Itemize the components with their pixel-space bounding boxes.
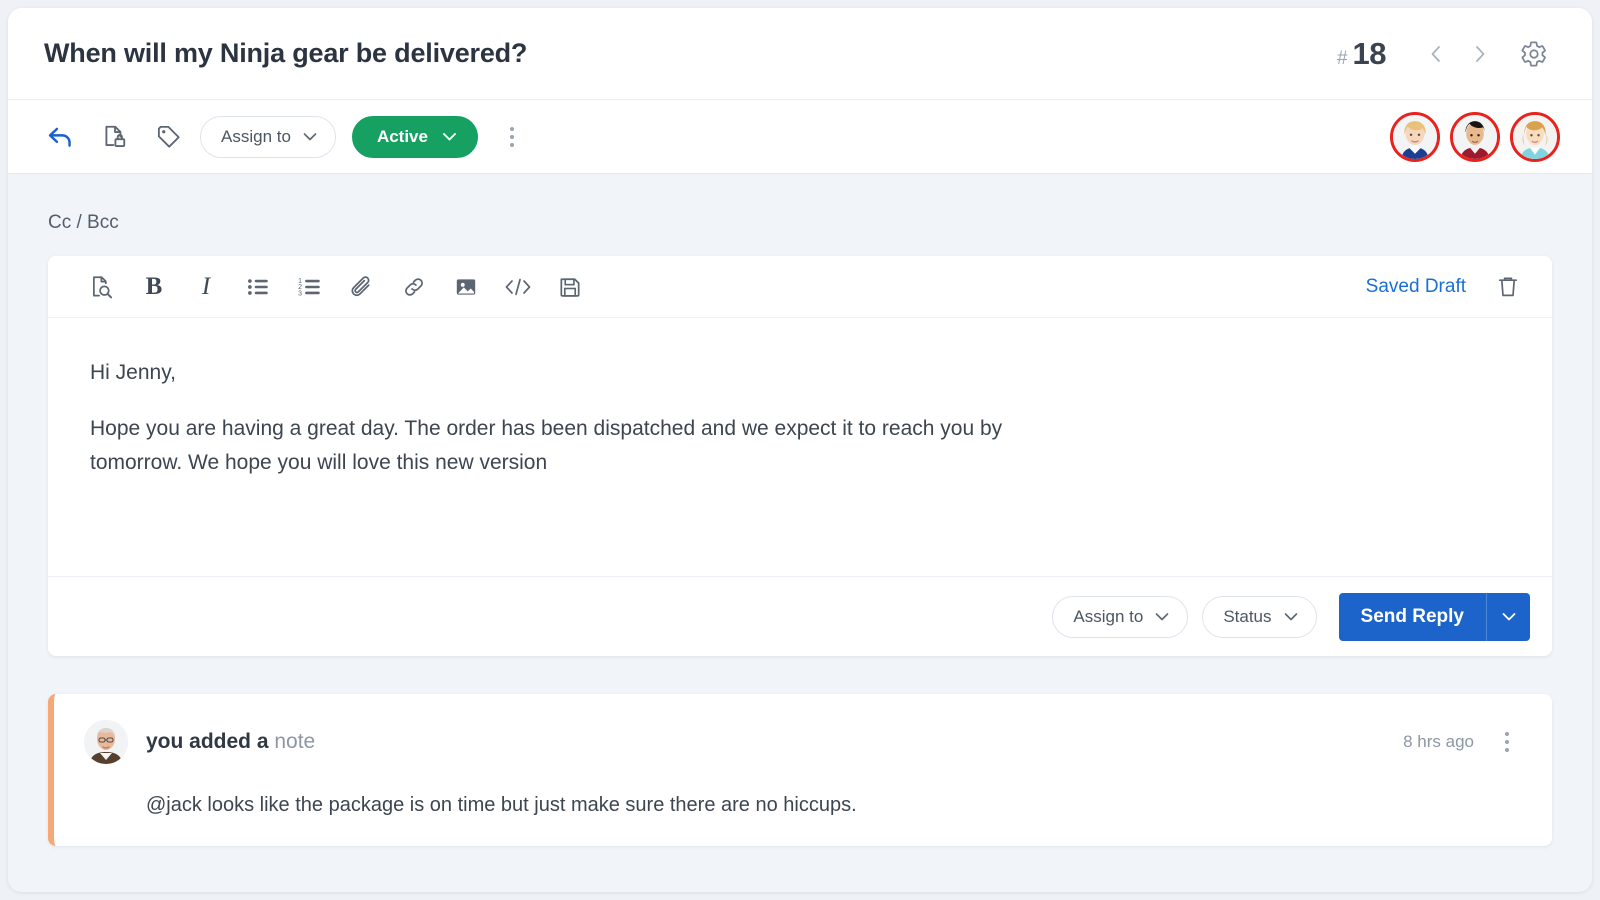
note-header: you added a note 8 hrs ago — [54, 720, 1526, 764]
watchers-list — [1390, 112, 1560, 162]
svg-text:3: 3 — [298, 290, 302, 297]
private-note-button[interactable] — [92, 114, 138, 160]
reply-editor[interactable]: Hi Jenny, Hope you are having a great da… — [48, 318, 1552, 576]
message-line: Hi Jenny, — [90, 356, 1512, 390]
action-bar: Assign to Active — [8, 100, 1592, 174]
bullet-list-icon[interactable] — [232, 264, 284, 310]
chevron-down-icon — [1284, 612, 1298, 622]
note-author-avatar-image — [84, 720, 128, 764]
save-icon[interactable] — [544, 264, 596, 310]
dot — [510, 127, 514, 131]
watcher-avatar-1-image — [1393, 115, 1437, 159]
avatar — [84, 720, 128, 764]
tag-button[interactable] — [146, 114, 192, 160]
note-body: @jack looks like the package is on time … — [54, 790, 1526, 820]
ticket-number: # 18 — [1337, 36, 1386, 72]
watcher-avatar-2-image — [1453, 115, 1497, 159]
next-ticket-button[interactable] — [1458, 32, 1502, 76]
dot — [1505, 732, 1509, 736]
page-title: When will my Ninja gear be delivered? — [44, 38, 1337, 69]
chevron-down-icon — [1155, 612, 1169, 622]
dot — [1505, 748, 1509, 752]
watcher-avatar-3-image — [1513, 115, 1557, 159]
attachment-icon[interactable] — [336, 264, 388, 310]
avatar[interactable] — [1450, 112, 1500, 162]
note-type: note — [274, 730, 315, 753]
bold-icon[interactable]: B — [128, 264, 180, 310]
avatar[interactable] — [1510, 112, 1560, 162]
note-options-button[interactable] — [1488, 723, 1526, 761]
composer-status-dropdown[interactable]: Status — [1202, 596, 1316, 638]
insert-canned-response-icon[interactable] — [76, 264, 128, 310]
message-line: Hope you are having a great day. The ord… — [90, 412, 1070, 480]
conversation-area: Cc / Bcc B I — [8, 174, 1592, 892]
cc-bcc-toggle[interactable]: Cc / Bcc — [48, 174, 119, 256]
chevron-right-icon — [1470, 42, 1490, 66]
gear-icon — [1520, 40, 1548, 68]
composer-footer: Assign to Status Send Reply — [48, 576, 1552, 656]
send-reply-button[interactable]: Send Reply — [1339, 593, 1486, 641]
hash-symbol: # — [1337, 48, 1348, 70]
ticket-number-value: 18 — [1353, 36, 1386, 72]
note-title: you added a note — [146, 730, 315, 754]
composer-assign-to-label: Assign to — [1073, 607, 1143, 627]
activity-note-card: you added a note 8 hrs ago @jack looks l… — [48, 694, 1552, 846]
chevron-down-icon — [1502, 612, 1516, 622]
document-lock-icon — [101, 123, 129, 151]
settings-button[interactable] — [1510, 30, 1558, 78]
note-timestamp: 8 hrs ago — [1403, 732, 1474, 752]
trash-icon — [1496, 274, 1520, 300]
numbered-list-icon[interactable]: 1 2 3 — [284, 264, 336, 310]
composer-assign-to-dropdown[interactable]: Assign to — [1052, 596, 1188, 638]
image-icon[interactable] — [440, 264, 492, 310]
dot — [1505, 740, 1509, 744]
reply-icon — [46, 122, 76, 152]
delete-draft-button[interactable] — [1488, 267, 1528, 307]
saved-draft-link[interactable]: Saved Draft — [1366, 276, 1466, 298]
send-options-button[interactable] — [1486, 593, 1530, 641]
reply-button[interactable] — [38, 114, 84, 160]
chevron-down-icon — [442, 132, 457, 142]
code-icon[interactable] — [492, 264, 544, 310]
status-badge: Active — [377, 127, 428, 147]
reply-composer: B I 1 — [48, 256, 1552, 656]
status-dropdown[interactable]: Active — [352, 116, 478, 158]
tag-icon — [155, 123, 183, 151]
prev-ticket-button[interactable] — [1414, 32, 1458, 76]
avatar[interactable] — [1390, 112, 1440, 162]
more-options-button[interactable] — [490, 115, 534, 159]
paragraph-gap — [90, 390, 1512, 412]
composer-toolbar: B I 1 — [48, 256, 1552, 318]
assign-to-label: Assign to — [221, 127, 291, 147]
note-author: you added a — [146, 730, 274, 753]
titlebar: When will my Ninja gear be delivered? # … — [8, 8, 1592, 100]
titlebar-actions: # 18 — [1337, 30, 1558, 78]
link-icon[interactable] — [388, 264, 440, 310]
composer-status-label: Status — [1223, 607, 1271, 627]
ticket-window: When will my Ninja gear be delivered? # … — [8, 8, 1592, 892]
dot — [510, 135, 514, 139]
italic-icon[interactable]: I — [180, 264, 232, 310]
chevron-left-icon — [1426, 42, 1446, 66]
send-reply-group: Send Reply — [1339, 593, 1530, 641]
chevron-down-icon — [303, 132, 317, 142]
dot — [510, 143, 514, 147]
assign-to-dropdown[interactable]: Assign to — [200, 116, 336, 158]
